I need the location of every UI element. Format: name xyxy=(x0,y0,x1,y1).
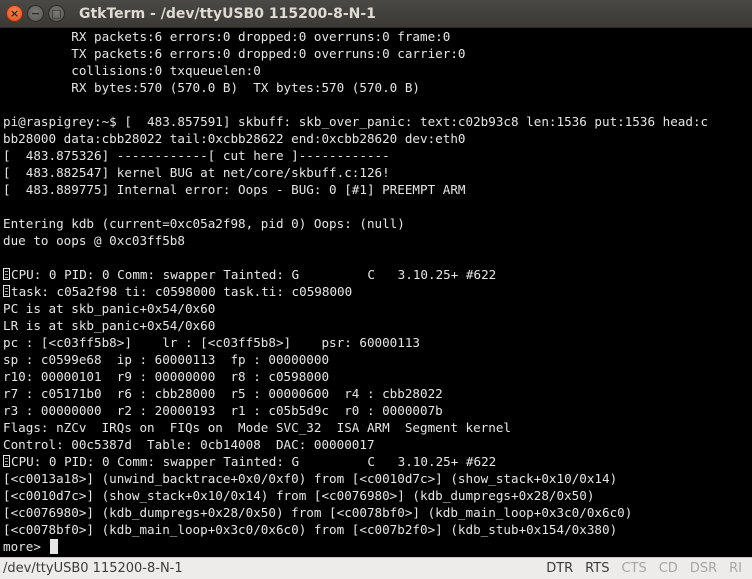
maximize-icon[interactable]: □ xyxy=(48,5,65,22)
terminal-line: [ 483.889775] Internal error: Oops - BUG… xyxy=(3,181,752,198)
terminal-line-text: Flags: nZCv IRQs on FIQs on Mode SVC_32 … xyxy=(3,420,511,435)
terminal-line-text: due to oops @ 0xc03ff5b8 xyxy=(3,233,185,248)
terminal-line: r3 : 00000000 r2 : 20000193 r1 : c05b5d9… xyxy=(3,402,752,419)
control-char-glyph xyxy=(3,455,10,467)
terminal-line: sp : c0599e68 ip : 60000113 fp : 0000000… xyxy=(3,351,752,368)
terminal-line-text: [ 483.882547] kernel BUG at net/core/skb… xyxy=(3,165,390,180)
terminal-line-text: r10: 00000101 r9 : 00000000 r8 : c059800… xyxy=(3,369,330,384)
terminal-line: Flags: nZCv IRQs on FIQs on Mode SVC_32 … xyxy=(3,419,752,436)
window-title: GtkTerm - /dev/ttyUSB0 115200-8-N-1 xyxy=(79,5,376,22)
terminal-line-text: CPU: 0 PID: 0 Comm: swapper Tainted: G C… xyxy=(11,267,497,282)
terminal-line-text: CPU: 0 PID: 0 Comm: swapper Tainted: G C… xyxy=(11,454,497,469)
terminal-line: LR is at skb_panic+0x54/0x60 xyxy=(3,317,752,334)
terminal-line-text: pi@raspigrey:~$ [ 483.857591] skbuff: sk… xyxy=(3,114,709,129)
terminal-line: CPU: 0 PID: 0 Comm: swapper Tainted: G C… xyxy=(3,453,752,470)
signal-cd: CD xyxy=(658,561,678,576)
terminal-line: task: c05a2f98 ti: c0598000 task.ti: c05… xyxy=(3,283,752,300)
terminal-line-text: PC is at skb_panic+0x54/0x60 xyxy=(3,301,216,316)
terminal-line-text: RX packets:6 errors:0 dropped:0 overruns… xyxy=(3,29,451,44)
terminal-line: pi@raspigrey:~$ [ 483.857591] skbuff: sk… xyxy=(3,113,752,130)
terminal-line: Entering kdb (current=0xc05a2f98, pid 0)… xyxy=(3,215,752,232)
signal-dsr: DSR xyxy=(689,561,718,576)
terminal-line-text: TX packets:6 errors:0 dropped:0 overruns… xyxy=(3,46,466,61)
control-char-glyph xyxy=(3,268,10,280)
terminal-line: [<c0076980>] (kdb_dumpregs+0x28/0x50) fr… xyxy=(3,504,752,521)
terminal-line: RX packets:6 errors:0 dropped:0 overruns… xyxy=(3,28,752,45)
signal-cts: CTS xyxy=(621,561,647,576)
signal-dtr: DTR xyxy=(546,561,574,576)
terminal-output[interactable]: RX packets:6 errors:0 dropped:0 overruns… xyxy=(0,28,752,557)
port-settings-label: /dev/ttyUSB0 115200-8-N-1 xyxy=(3,561,183,576)
status-bar: /dev/ttyUSB0 115200-8-N-1 DTR RTS CTS CD DSR… xyxy=(0,557,752,579)
terminal-line-text: sp : c0599e68 ip : 60000113 fp : 0000000… xyxy=(3,352,330,367)
terminal-cursor xyxy=(49,539,58,554)
terminal-line: [<c0013a18>] (unwind_backtrace+0x0/0xf0)… xyxy=(3,470,752,487)
terminal-line-text: bb28000 data:cbb28022 tail:0xcbb28622 en… xyxy=(3,131,466,146)
terminal-line: bb28000 data:cbb28022 tail:0xcbb28622 en… xyxy=(3,130,752,147)
signal-ri: RI xyxy=(729,561,742,576)
terminal-line: [<c0010d7c>] (show_stack+0x10/0x14) from… xyxy=(3,487,752,504)
terminal-line-text: Control: 00c5387d Table: 0cb14008 DAC: 0… xyxy=(3,437,375,452)
terminal-line: [<c0078bf0>] (kdb_main_loop+0x3c0/0x6c0)… xyxy=(3,521,752,538)
terminal-line: more> xyxy=(3,538,752,555)
gtkterm-window: × − □ GtkTerm - /dev/ttyUSB0 115200-8-N-… xyxy=(0,0,752,579)
terminal-line-text: pc : [<c03ff5b8>] lr : [<c03ff5b8>] psr:… xyxy=(3,335,421,350)
terminal-line: Control: 00c5387d Table: 0cb14008 DAC: 0… xyxy=(3,436,752,453)
terminal-line-text: [<c0013a18>] (unwind_backtrace+0x0/0xf0)… xyxy=(3,471,618,486)
terminal-line: [ 483.882547] kernel BUG at net/core/skb… xyxy=(3,164,752,181)
terminal-line-text: task: c05a2f98 ti: c0598000 task.ti: c05… xyxy=(11,284,353,299)
terminal-line-text: [<c0010d7c>] (show_stack+0x10/0x14) from… xyxy=(3,488,595,503)
terminal-line: CPU: 0 PID: 0 Comm: swapper Tainted: G C… xyxy=(3,266,752,283)
terminal-line-text: r7 : c05171b0 r6 : cbb28000 r5 : 0000060… xyxy=(3,386,443,401)
minimize-icon[interactable]: − xyxy=(27,5,44,22)
title-bar[interactable]: × − □ GtkTerm - /dev/ttyUSB0 115200-8-N-… xyxy=(0,0,752,28)
terminal-line-text: Entering kdb (current=0xc05a2f98, pid 0)… xyxy=(3,216,405,231)
terminal-line-text: RX bytes:570 (570.0 B) TX bytes:570 (570… xyxy=(3,80,421,95)
modem-signals: DTR RTS CTS CD DSR RI xyxy=(540,561,748,576)
terminal-line-text: [<c0076980>] (kdb_dumpregs+0x28/0x50) fr… xyxy=(3,505,633,520)
terminal-line-text: r3 : 00000000 r2 : 20000193 r1 : c05b5d9… xyxy=(3,403,443,418)
terminal-line-text: [ 483.889775] Internal error: Oops - BUG… xyxy=(3,182,466,197)
terminal-line: due to oops @ 0xc03ff5b8 xyxy=(3,232,752,249)
terminal-line: TX packets:6 errors:0 dropped:0 overruns… xyxy=(3,45,752,62)
terminal-line: RX bytes:570 (570.0 B) TX bytes:570 (570… xyxy=(3,79,752,96)
close-icon[interactable]: × xyxy=(6,5,23,22)
terminal-line: PC is at skb_panic+0x54/0x60 xyxy=(3,300,752,317)
control-char-glyph xyxy=(3,285,10,297)
terminal-line: r7 : c05171b0 r6 : cbb28000 r5 : 0000060… xyxy=(3,385,752,402)
terminal-line-text: [<c0078bf0>] (kdb_main_loop+0x3c0/0x6c0)… xyxy=(3,522,618,537)
terminal-line-text: more> xyxy=(3,539,49,554)
window-controls: × − □ xyxy=(6,5,65,22)
terminal-line-text: LR is at skb_panic+0x54/0x60 xyxy=(3,318,216,333)
terminal-line-text: collisions:0 txqueuelen:0 xyxy=(3,63,261,78)
terminal-line: r10: 00000101 r9 : 00000000 r8 : c059800… xyxy=(3,368,752,385)
terminal-line: pc : [<c03ff5b8>] lr : [<c03ff5b8>] psr:… xyxy=(3,334,752,351)
signal-rts: RTS xyxy=(585,561,610,576)
terminal-line: [ 483.875326] ------------[ cut here ]--… xyxy=(3,147,752,164)
terminal-line: collisions:0 txqueuelen:0 xyxy=(3,62,752,79)
terminal-line-text: [ 483.875326] ------------[ cut here ]--… xyxy=(3,148,390,163)
